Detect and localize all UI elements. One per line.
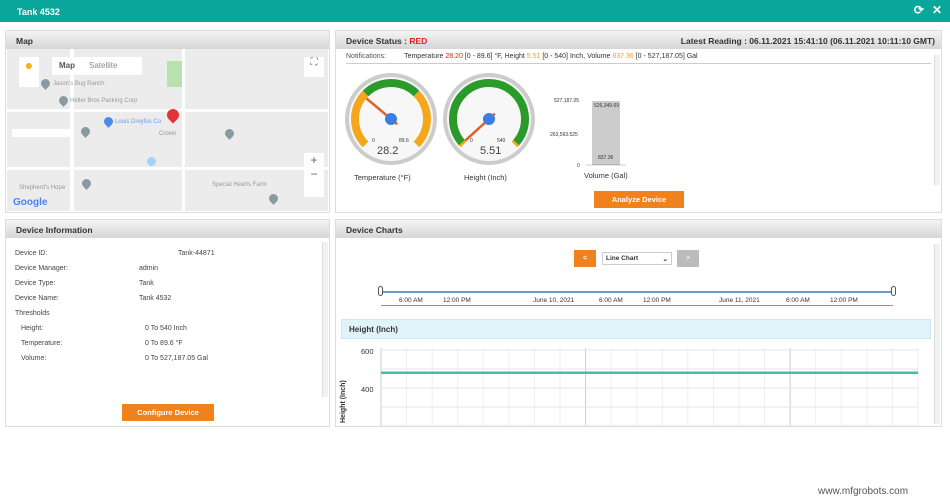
device-status-panel: Device Status : RED Latest Reading : 06.… (335, 30, 942, 213)
timeline-label: 12:00 PM (830, 297, 858, 304)
info-value: Tank 4532 (139, 295, 172, 302)
notif-temp-value: 28.20 (445, 53, 463, 60)
threshold-key: Height: (21, 325, 44, 332)
height-line-chart (380, 348, 919, 426)
google-logo: Google (13, 197, 48, 208)
map-label: Special Hearts Farm (212, 182, 267, 188)
info-key: Device Name: (15, 295, 59, 302)
next-button[interactable]: > (677, 250, 699, 267)
fullscreen-icon[interactable]: ⛶ (304, 57, 324, 77)
chevron-down-icon: ⌄ (662, 256, 668, 263)
y-tick: 600 (361, 347, 374, 356)
gauge-value: 28.2 (377, 145, 399, 157)
notif-height-value: 5.51 (526, 53, 541, 60)
map-label: Heller Bros Packing Corp (70, 98, 138, 104)
threshold-key: Volume: (21, 355, 47, 362)
close-icon[interactable]: ✕ (932, 3, 942, 17)
zoom-in-icon[interactable]: + (304, 153, 324, 167)
status-badge: RED (409, 36, 428, 46)
info-value: Tank (139, 280, 154, 287)
timeline-label: 6:00 AM (786, 297, 810, 304)
map-type-satellite[interactable]: Satellite (82, 57, 124, 75)
threshold-value: 0 To 89.6 °F (145, 340, 183, 347)
info-value: admin (139, 265, 159, 272)
latest-reading: Latest Reading : 06.11.2021 15:41:10 (06… (680, 36, 935, 46)
notif-text: [0 - 89.6] °F, Height (462, 53, 527, 60)
analyze-device-button[interactable]: Analyze Device (594, 191, 684, 208)
timeline-label: 12:00 PM (643, 297, 671, 304)
map-type-map[interactable]: Map (52, 57, 82, 75)
info-key: Device Manager: (15, 265, 68, 272)
gauge-max: 89.6 (399, 138, 409, 144)
watermark: www.mfgrobots.com (818, 486, 909, 497)
notifications: Notifications: Temperature 28.20 [0 - 89.… (346, 53, 931, 64)
volume-tick: 527,187.05 (554, 98, 580, 104)
info-value: Tank-44871 (178, 250, 215, 257)
threshold-value: 0 To 527,187.05 Gal (145, 355, 208, 362)
status-title: Device Status : (346, 36, 410, 46)
map-label: Jason's Bug Ranch (53, 81, 105, 87)
timeline-label: 6:00 AM (599, 297, 623, 304)
threshold-value: 0 To 540 Inch (145, 325, 187, 332)
notif-volume-value: 837.36 (612, 53, 634, 60)
chart-type-select[interactable]: Line Chart ⌄ (602, 252, 672, 265)
device-charts-panel: Device Charts < Line Chart ⌄ > 6:00 AM 12:… (335, 219, 942, 427)
timeline-label: 12:00 PM (443, 297, 471, 304)
y-axis-label: Height (Inch) (340, 380, 347, 423)
threshold-key: Temperature: (21, 340, 63, 347)
gauge-label: Temperature (°F) (354, 173, 411, 182)
gauge-min: 0 (470, 138, 473, 144)
device-info-panel: Device Information Device ID: Tank-44871 … (5, 219, 330, 427)
timeline-handle-right[interactable] (891, 286, 896, 296)
map-label: Louis Dreyfus Co (115, 119, 162, 125)
window-title: Tank 4532 (17, 7, 60, 17)
configure-device-button[interactable]: Configure Device (122, 404, 214, 421)
map-title: Map (6, 31, 329, 49)
map-label: Crown (159, 131, 177, 137)
window-titlebar: Tank 4532 ⟳ ✕ (0, 0, 950, 22)
device-charts-title: Device Charts (336, 220, 941, 238)
timeline-handle-left[interactable] (378, 286, 383, 296)
prev-button[interactable]: < (574, 250, 596, 267)
chart-title: Height (Inch) (341, 319, 931, 339)
map-panel: Map ● Map Satellite ⛶ + − Jason's Bug Ranc… (5, 30, 330, 213)
pegman-icon[interactable]: ● (19, 57, 39, 87)
notif-text: [0 - 540] Inch, Volume (540, 53, 613, 60)
gauge-hub (385, 113, 397, 125)
gauge-label: Height (Inch) (464, 173, 507, 182)
volume-tick: 263,593.525 (550, 132, 578, 138)
scrollbar[interactable] (934, 55, 940, 185)
scrollbar[interactable] (322, 242, 328, 397)
scrollbar[interactable] (934, 244, 940, 424)
gauges (345, 73, 626, 166)
gauge-value: 5.51 (480, 145, 502, 157)
device-info-title: Device Information (6, 220, 329, 238)
timeline-label: June 10, 2021 (533, 297, 575, 304)
gauge-max: 540 (497, 138, 506, 144)
volume-label: Volume (Gal) (584, 171, 628, 180)
notif-text: Temperature (404, 53, 446, 60)
notif-label: Notifications: (346, 53, 387, 60)
refresh-icon[interactable]: ⟳ (914, 3, 924, 17)
volume-value-label: 837.36 (598, 155, 614, 161)
y-tick: 400 (361, 385, 374, 394)
notif-text: [0 - 527,187.05] Gal (633, 53, 698, 60)
volume-top-label: 526,349.69 (594, 103, 620, 109)
timeline-label: 6:00 AM (399, 297, 423, 304)
volume-tick: 0 (577, 163, 580, 169)
thresholds-heading: Thresholds (15, 310, 50, 317)
map-label: Shepherd's Hope (19, 185, 66, 191)
gauge-min: 0 (372, 138, 375, 144)
info-key: Device ID: (15, 250, 48, 257)
timeline-label: June 11, 2021 (719, 297, 760, 304)
info-key: Device Type: (15, 280, 56, 287)
zoom-out-icon[interactable]: − (304, 167, 324, 181)
map-view[interactable]: ● Map Satellite ⛶ + − Jason's Bug Ranch He… (7, 49, 328, 211)
gauge-hub (483, 113, 495, 125)
chart-type-value: Line Chart (606, 255, 639, 262)
